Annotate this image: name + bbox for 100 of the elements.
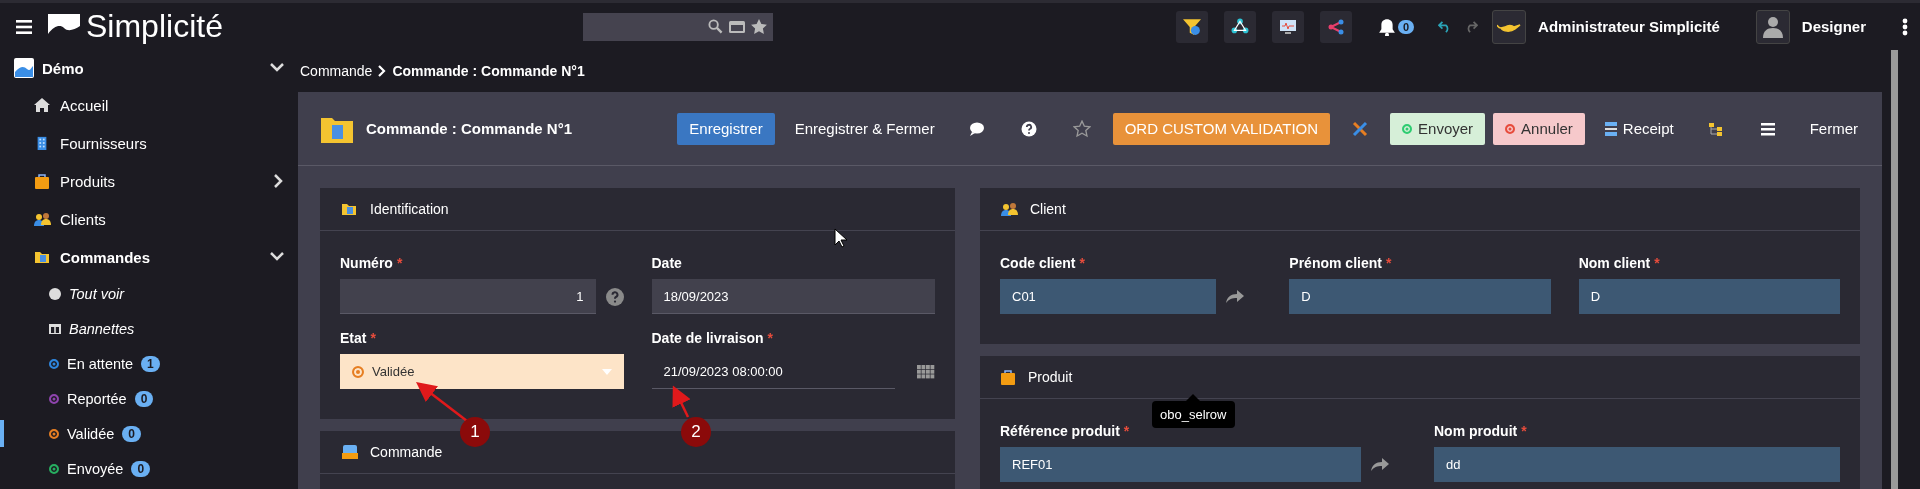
menu-icon: [1759, 120, 1776, 137]
field-label: Etat: [340, 330, 367, 346]
people-icon: [1000, 201, 1018, 217]
sidebar-item[interactable]: Bannettes: [0, 311, 200, 346]
scope-name[interactable]: Designer: [1801, 18, 1866, 35]
chevron-right-icon[interactable]: [274, 174, 284, 188]
sidebar-item[interactable]: Envoyée 0: [0, 451, 200, 486]
send-button[interactable]: Envoyer: [1390, 112, 1486, 145]
kebab-menu-icon[interactable]: [1902, 17, 1908, 36]
help-icon: [605, 287, 624, 306]
receipt-icon: [1604, 121, 1617, 136]
form-title: Commande : Commande N°1: [366, 120, 573, 137]
reference-field[interactable]: C01: [1000, 279, 1217, 314]
field-label: Code client: [1000, 255, 1076, 271]
required-mark: *: [1079, 255, 1085, 271]
sidebar-item[interactable]: Accueil: [14, 86, 298, 124]
chevron-right-icon: [378, 65, 387, 77]
bell-icon[interactable]: [1377, 17, 1396, 36]
funnel-icon: [1182, 17, 1201, 36]
annotation-arrow: [416, 381, 468, 422]
notification-badge: 0: [1397, 19, 1415, 34]
columns-icon: [49, 322, 61, 335]
caret-icon: [601, 368, 612, 375]
share-button[interactable]: [1319, 10, 1352, 43]
section-title: Commande: [370, 444, 443, 460]
count-badge: 0: [122, 425, 141, 442]
field-label: Nom client: [1578, 255, 1651, 271]
folder-icon: [340, 201, 358, 217]
sidebar-item[interactable]: Validée 0: [0, 416, 200, 451]
monitor-button[interactable]: [1271, 10, 1304, 43]
search-icon[interactable]: [707, 19, 723, 34]
folder-icon: [33, 249, 51, 265]
chevron-down-icon[interactable]: [270, 252, 284, 262]
breadcrumb-link[interactable]: Commande: [300, 63, 373, 79]
required-mark: *: [396, 255, 403, 271]
section-title: Client: [1030, 201, 1066, 217]
annotation-arrow: [672, 385, 691, 418]
section-title: Produit: [1028, 369, 1073, 385]
building-icon: [35, 135, 49, 151]
user-avatar[interactable]: [1755, 9, 1790, 44]
text-field[interactable]: D: [1578, 279, 1840, 314]
people-icon: [33, 211, 51, 227]
cursor-icon: [834, 228, 848, 248]
filter-button[interactable]: [1175, 10, 1208, 43]
search-field[interactable]: [582, 12, 773, 41]
calendar-icon[interactable]: [917, 364, 935, 379]
tooltip-arrow-icon: [1186, 394, 1201, 401]
star-icon: [1072, 119, 1091, 138]
monitor-icon: [1278, 18, 1297, 35]
reference-field[interactable]: REF01: [1000, 447, 1361, 482]
chevron-down-icon[interactable]: [270, 63, 284, 73]
datetime-field[interactable]: 21/09/2023 08:00:00: [651, 354, 895, 389]
sidebar-item[interactable]: Tout voir: [0, 276, 200, 311]
speech-bubble-icon: [968, 120, 985, 137]
section-title: Identification: [370, 201, 449, 217]
required-mark: *: [767, 330, 773, 346]
field-label: Date de livraison: [651, 330, 764, 346]
field-label: Prénom client: [1289, 255, 1382, 271]
sidebar-item[interactable]: En attente 1: [0, 346, 200, 381]
required-mark: *: [1654, 255, 1660, 271]
bag-icon: [1000, 369, 1016, 385]
sidebar-group[interactable]: Démo: [14, 50, 298, 86]
receipt-button[interactable]: Receipt: [1592, 112, 1686, 145]
action-button[interactable]: Enregistrer & Fermer: [782, 112, 947, 145]
count-badge: 1: [141, 355, 160, 372]
cubes-icon: [1230, 17, 1249, 36]
drawer-icon: [340, 444, 358, 460]
breadcrumb-current: Commande : Commande N°1: [392, 63, 585, 79]
save-button[interactable]: Enregistrer: [677, 112, 775, 145]
required-mark: *: [370, 330, 376, 346]
text-field[interactable]: dd: [1434, 447, 1840, 482]
share-icon: [1326, 18, 1345, 35]
star-icon[interactable]: [750, 18, 767, 35]
modeler-button[interactable]: [1223, 10, 1256, 43]
sidebar-item[interactable]: Commandes: [14, 238, 298, 276]
share-arrow-icon[interactable]: [1371, 457, 1389, 472]
tree-icon: [1707, 120, 1724, 137]
action-button[interactable]: Fermer: [1797, 112, 1870, 145]
sidebar-item[interactable]: Reportée 0: [0, 381, 200, 416]
menu-icon[interactable]: [16, 19, 32, 34]
sidebar-item[interactable]: Clients: [14, 200, 298, 238]
number-field[interactable]: 1: [340, 279, 596, 314]
user-name[interactable]: Administrateur Simplicité: [1538, 18, 1720, 35]
lamp-avatar[interactable]: [1492, 9, 1527, 44]
date-field[interactable]: 18/09/2023: [651, 279, 935, 314]
field-label: Numéro: [340, 255, 393, 271]
app-name: Simplicité: [86, 8, 223, 45]
count-badge: 0: [131, 460, 151, 477]
sidebar-item[interactable]: Fournisseurs: [14, 124, 298, 162]
help-icon: [1020, 120, 1037, 137]
card-icon[interactable]: [728, 19, 745, 34]
cancel-button[interactable]: Annuler: [1493, 112, 1585, 145]
required-mark: *: [1385, 255, 1392, 271]
circle-icon: [49, 287, 61, 300]
scrollbar[interactable]: [1891, 50, 1898, 489]
state-select[interactable]: Validée: [340, 354, 624, 389]
share-arrow-icon[interactable]: [1226, 289, 1245, 304]
text-field[interactable]: D: [1289, 279, 1551, 314]
count-badge: 0: [134, 390, 154, 407]
sidebar-item[interactable]: Produits: [14, 162, 298, 200]
